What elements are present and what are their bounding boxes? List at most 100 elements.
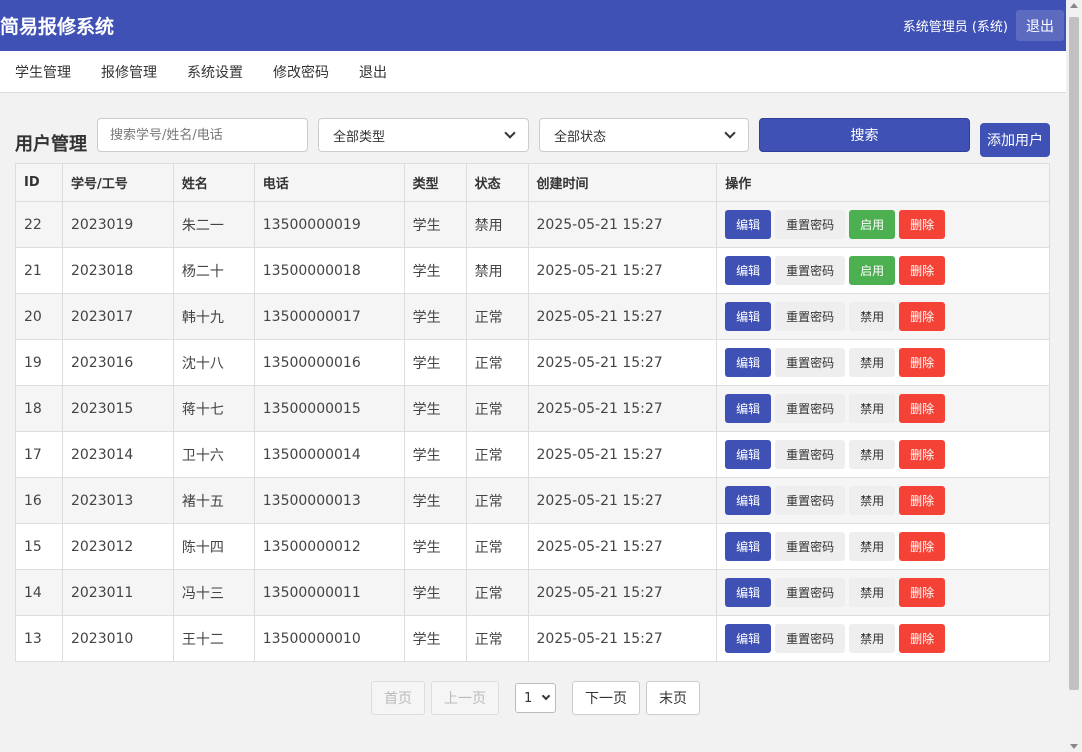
delete-button[interactable]: 删除 — [899, 348, 946, 377]
row-actions: 编辑 重置密码 启用 删除 — [725, 256, 1041, 285]
cell-actions: 编辑 重置密码 启用 删除 — [716, 201, 1050, 248]
cell-actions: 编辑 重置密码 禁用 删除 — [716, 293, 1050, 340]
edit-button[interactable]: 编辑 — [725, 532, 772, 561]
cell-status: 正常 — [465, 431, 529, 478]
search-button[interactable]: 搜索 — [759, 118, 970, 152]
delete-button[interactable]: 删除 — [899, 256, 946, 285]
delete-button[interactable]: 删除 — [899, 578, 946, 607]
disable-button[interactable]: 禁用 — [849, 486, 896, 515]
reset-password-button[interactable]: 重置密码 — [775, 256, 846, 285]
table-row: 19 2023016 沈十八 13500000016 学生 正常 2025-05-21 15… — [15, 339, 1050, 386]
page: 简易报修系统 系统管理员 (系统) 退出 学生管理 报修管理 系统设置 修改密码 退出 … — [0, 0, 1066, 752]
disable-button[interactable]: 禁用 — [849, 624, 896, 653]
cell-name: 陈十四 — [172, 523, 255, 570]
first-page-button[interactable]: 首页 — [371, 681, 425, 715]
type-select[interactable]: 全部类型 — [318, 118, 529, 152]
disable-button[interactable]: 禁用 — [849, 348, 896, 377]
cell-phone: 13500000015 — [253, 385, 405, 432]
chevron-down-icon — [504, 127, 516, 139]
edit-button[interactable]: 编辑 — [725, 348, 772, 377]
reset-password-button[interactable]: 重置密码 — [775, 394, 846, 423]
disable-button[interactable]: 禁用 — [849, 532, 896, 561]
next-page-button[interactable]: 下一页 — [572, 681, 640, 715]
cell-phone: 13500000013 — [253, 477, 405, 524]
cell-name: 朱二一 — [172, 201, 255, 248]
column-header: 类型 — [403, 163, 467, 202]
cell-student-no: 2023015 — [61, 385, 174, 432]
page-select[interactable]: 1 — [515, 683, 556, 713]
column-header: 电话 — [253, 163, 405, 202]
disable-button[interactable]: 禁用 — [849, 578, 896, 607]
reset-password-button[interactable]: 重置密码 — [775, 348, 846, 377]
cell-status: 正常 — [465, 569, 529, 616]
delete-button[interactable]: 删除 — [899, 394, 946, 423]
scroll-up-arrow-icon[interactable] — [1070, 3, 1078, 8]
row-actions: 编辑 重置密码 禁用 删除 — [725, 348, 1041, 377]
reset-password-button[interactable]: 重置密码 — [775, 532, 846, 561]
enable-button[interactable]: 启用 — [849, 210, 896, 239]
edit-button[interactable]: 编辑 — [725, 302, 772, 331]
row-actions: 编辑 重置密码 启用 删除 — [725, 210, 1041, 239]
edit-button[interactable]: 编辑 — [725, 256, 772, 285]
enable-button[interactable]: 启用 — [849, 256, 896, 285]
cell-created: 2025-05-21 15:27 — [527, 247, 718, 294]
delete-button[interactable]: 删除 — [899, 440, 946, 469]
column-header: 姓名 — [172, 163, 255, 202]
table-header-row: ID 学号/工号 姓名 电话 类型 状态 创建时间 操作 — [15, 163, 1050, 202]
edit-button[interactable]: 编辑 — [725, 440, 772, 469]
reset-password-button[interactable]: 重置密码 — [775, 624, 846, 653]
reset-password-button[interactable]: 重置密码 — [775, 210, 846, 239]
disable-button[interactable]: 禁用 — [849, 394, 896, 423]
cell-actions: 编辑 重置密码 禁用 删除 — [716, 339, 1050, 386]
scroll-down-arrow-icon[interactable] — [1070, 744, 1078, 749]
cell-status: 正常 — [465, 385, 529, 432]
delete-button[interactable]: 删除 — [899, 486, 946, 515]
user-table: ID 学号/工号 姓名 电话 类型 状态 创建时间 操作 22 2023019 朱二一 135000… — [15, 163, 1050, 662]
edit-button[interactable]: 编辑 — [725, 624, 772, 653]
cell-created: 2025-05-21 15:27 — [527, 339, 718, 386]
cell-student-no: 2023013 — [61, 477, 174, 524]
add-user-button[interactable]: 添加用户 — [980, 123, 1050, 157]
edit-button[interactable]: 编辑 — [725, 486, 772, 515]
table-row: 22 2023019 朱二一 13500000019 学生 禁用 2025-05-21 15… — [15, 201, 1050, 248]
cell-name: 褚十五 — [172, 477, 255, 524]
cell-name: 韩十九 — [172, 293, 255, 340]
cell-student-no: 2023017 — [61, 293, 174, 340]
delete-button[interactable]: 删除 — [899, 302, 946, 331]
table-body: 22 2023019 朱二一 13500000019 学生 禁用 2025-05-21 15… — [15, 201, 1050, 662]
table-row: 14 2023011 冯十三 13500000011 学生 正常 2025-05-21 15… — [15, 569, 1050, 616]
reset-password-button[interactable]: 重置密码 — [775, 578, 846, 607]
search-input[interactable] — [97, 118, 308, 152]
table-row: 13 2023010 王十二 13500000010 学生 正常 2025-05-21 15… — [15, 615, 1050, 662]
cell-id: 16 — [15, 477, 63, 524]
status-select[interactable]: 全部状态 — [539, 118, 749, 152]
edit-button[interactable]: 编辑 — [725, 394, 772, 423]
disable-button[interactable]: 禁用 — [849, 302, 896, 331]
header-logout-button[interactable]: 退出 — [1016, 10, 1064, 41]
app-header: 简易报修系统 系统管理员 (系统) 退出 — [0, 0, 1066, 51]
nav-item-3[interactable]: 修改密码 — [273, 62, 329, 82]
cell-id: 13 — [15, 615, 63, 662]
edit-button[interactable]: 编辑 — [725, 578, 772, 607]
reset-password-button[interactable]: 重置密码 — [775, 302, 846, 331]
nav-item-2[interactable]: 系统设置 — [187, 62, 243, 82]
nav-item-1[interactable]: 报修管理 — [101, 62, 157, 82]
cell-phone: 13500000017 — [253, 293, 405, 340]
cell-name: 王十二 — [172, 615, 255, 662]
reset-password-button[interactable]: 重置密码 — [775, 440, 846, 469]
scroll-thumb[interactable] — [1069, 17, 1079, 690]
delete-button[interactable]: 删除 — [899, 210, 946, 239]
nav-item-0[interactable]: 学生管理 — [15, 62, 71, 82]
vertical-scrollbar[interactable] — [1066, 0, 1082, 752]
edit-button[interactable]: 编辑 — [725, 210, 772, 239]
disable-button[interactable]: 禁用 — [849, 440, 896, 469]
page-title: 用户管理 — [15, 134, 87, 155]
last-page-button[interactable]: 末页 — [646, 681, 700, 715]
cell-type: 学生 — [403, 339, 467, 386]
delete-button[interactable]: 删除 — [899, 624, 946, 653]
nav-item-4[interactable]: 退出 — [359, 62, 387, 82]
row-actions: 编辑 重置密码 禁用 删除 — [725, 302, 1041, 331]
delete-button[interactable]: 删除 — [899, 532, 946, 561]
prev-page-button[interactable]: 上一页 — [431, 681, 499, 715]
reset-password-button[interactable]: 重置密码 — [775, 486, 846, 515]
